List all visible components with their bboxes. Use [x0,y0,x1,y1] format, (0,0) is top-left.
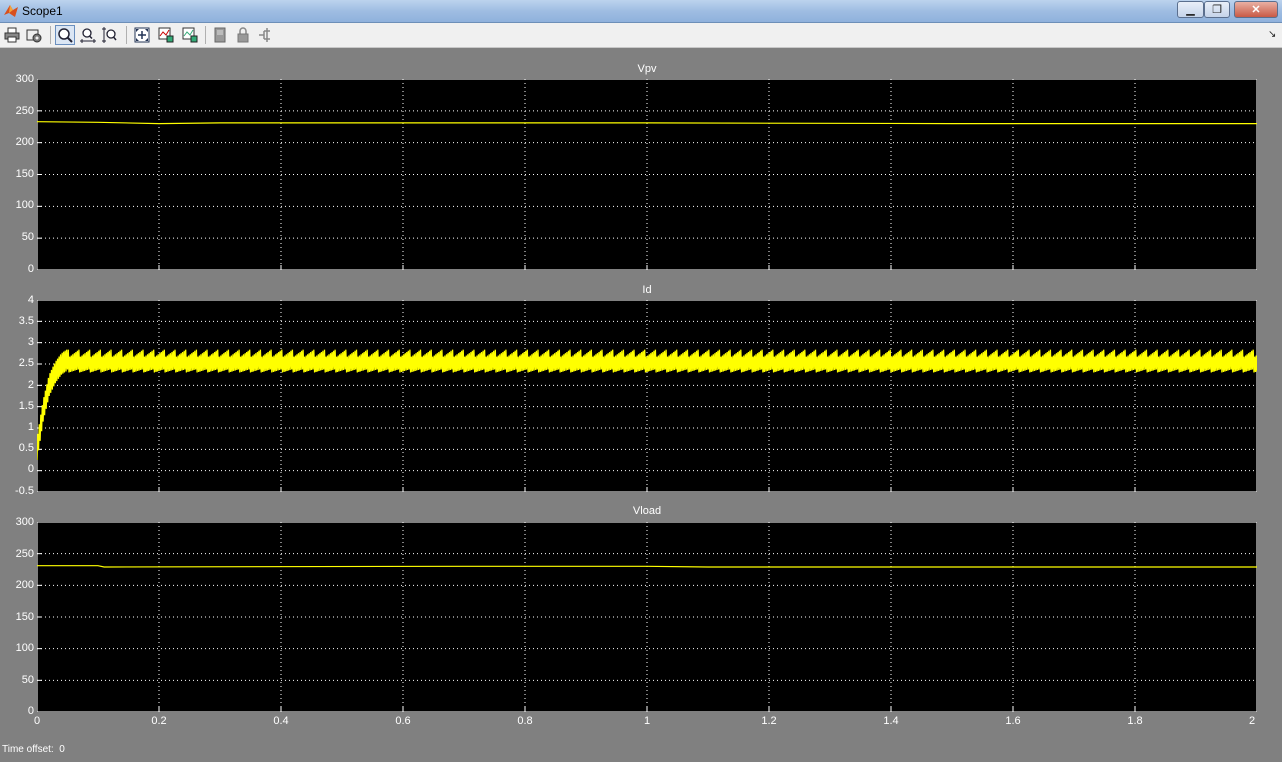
time-offset-label: Time offset: [2,744,54,755]
matlab-icon [4,5,18,17]
zoom-y-icon[interactable] [100,25,120,45]
axes-vload[interactable] [37,522,1257,712]
toolbar: ↘ [0,23,1282,48]
y-tick: -0.5 [15,485,34,497]
parameters-icon[interactable] [24,25,44,45]
x-tick: 0.2 [151,715,167,727]
y-tick: 0 [27,263,34,275]
time-offset: Time offset: 0 [2,744,65,755]
signal-selector-icon[interactable] [256,25,276,45]
y-tick: 3.5 [18,315,34,327]
y-tick: 300 [15,516,34,528]
toolbar-separator [205,26,206,44]
y-tick: 0 [27,463,34,475]
x-tick: 1.4 [883,715,899,727]
x-tick: 0.4 [273,715,289,727]
plot-title-vload: Vload [632,505,662,517]
minimize-button[interactable]: ▁ [1177,1,1204,18]
y-tick: 300 [15,73,34,85]
axes-id[interactable] [37,300,1257,492]
time-offset-value: 0 [59,744,65,755]
zoom-x-icon[interactable] [78,25,98,45]
y-tick: 50 [21,231,34,243]
toolbar-separator [126,26,127,44]
x-tick: 1.6 [1005,715,1021,727]
y-tick: 2 [27,379,34,391]
undock-icon[interactable]: ↘ [1268,29,1276,40]
y-tick: 4 [27,294,34,306]
y-tick: 100 [15,642,34,654]
window-title: Scope1 [22,4,63,18]
y-tick: 2.5 [18,357,34,369]
x-tick: 0.6 [395,715,411,727]
x-tick: 0 [33,715,41,727]
y-tick: 1.5 [18,400,34,412]
title-bar: Scope1 ▁ ❐ ✕ [0,0,1282,23]
zoom-icon[interactable] [55,25,75,45]
lock-icon[interactable] [233,25,253,45]
y-tick: 0.5 [18,442,34,454]
save-axes-icon[interactable] [156,25,176,45]
x-tick: 0.8 [517,715,533,727]
close-button[interactable]: ✕ [1234,1,1278,18]
y-tick: 3 [27,336,34,348]
maximize-button[interactable]: ❐ [1204,1,1230,18]
plot-title-vpv: Vpv [637,63,657,75]
x-tick: 1 [643,715,651,727]
axes-vpv[interactable] [37,79,1257,270]
y-tick: 1 [27,421,34,433]
restore-axes-icon[interactable] [180,25,200,45]
x-tick: 1.2 [761,715,777,727]
y-tick: 250 [15,548,34,560]
x-tick: 1.8 [1127,715,1143,727]
y-tick: 200 [15,579,34,591]
x-tick: 2 [1248,715,1256,727]
print-icon[interactable] [2,25,22,45]
autoscale-icon[interactable] [132,25,152,45]
y-tick: 250 [15,105,34,117]
floating-scope-icon[interactable] [210,25,230,45]
y-tick: 150 [15,611,34,623]
plot-title-id: Id [642,284,652,296]
y-tick: 100 [15,199,34,211]
y-tick: 150 [15,168,34,180]
y-tick: 200 [15,136,34,148]
toolbar-separator [50,26,51,44]
y-tick: 50 [21,674,34,686]
